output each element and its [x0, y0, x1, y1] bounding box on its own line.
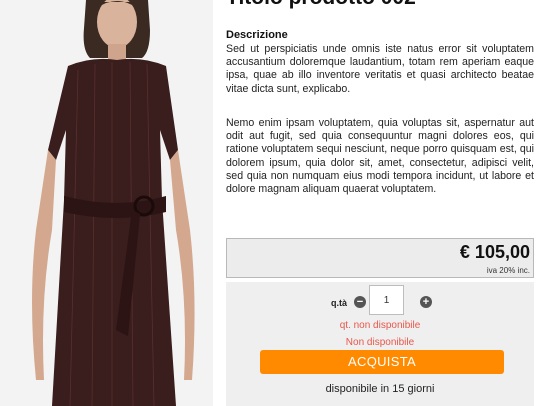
- description-paragraph-2: Nemo enim ipsam voluptatem, quia volupta…: [226, 117, 534, 196]
- availability-note: disponibile in 15 giorni: [325, 383, 435, 395]
- product-image[interactable]: [0, 0, 213, 406]
- plus-circle-icon[interactable]: +: [420, 296, 432, 308]
- product-title: Titolo prodotto 002: [226, 0, 416, 10]
- description-paragraph-1: Sed ut perspiciatis unde omnis iste natu…: [226, 43, 534, 95]
- unavailable-message: Non disponibile: [345, 337, 415, 348]
- dress-photo: [0, 0, 213, 406]
- quantity-input[interactable]: [369, 285, 404, 315]
- price-box: € 105,00 iva 20% inc.: [226, 238, 534, 278]
- vat-note: iva 20% inc.: [486, 266, 530, 275]
- purchase-box: q.tà − + qt. non disponibile Non disponi…: [226, 282, 534, 406]
- product-details: Titolo prodotto 002 Descrizione Sed ut p…: [226, 0, 534, 406]
- minus-circle-icon[interactable]: −: [354, 296, 366, 308]
- price-value: € 105,00: [459, 242, 530, 262]
- product-page: Titolo prodotto 002 Descrizione Sed ut p…: [0, 0, 540, 406]
- quantity-label: q.tà: [331, 298, 348, 308]
- quantity-unavailable-message: qt. non disponibile: [339, 320, 421, 331]
- description-heading: Descrizione: [226, 29, 288, 41]
- buy-button[interactable]: ACQUISTA: [260, 350, 504, 374]
